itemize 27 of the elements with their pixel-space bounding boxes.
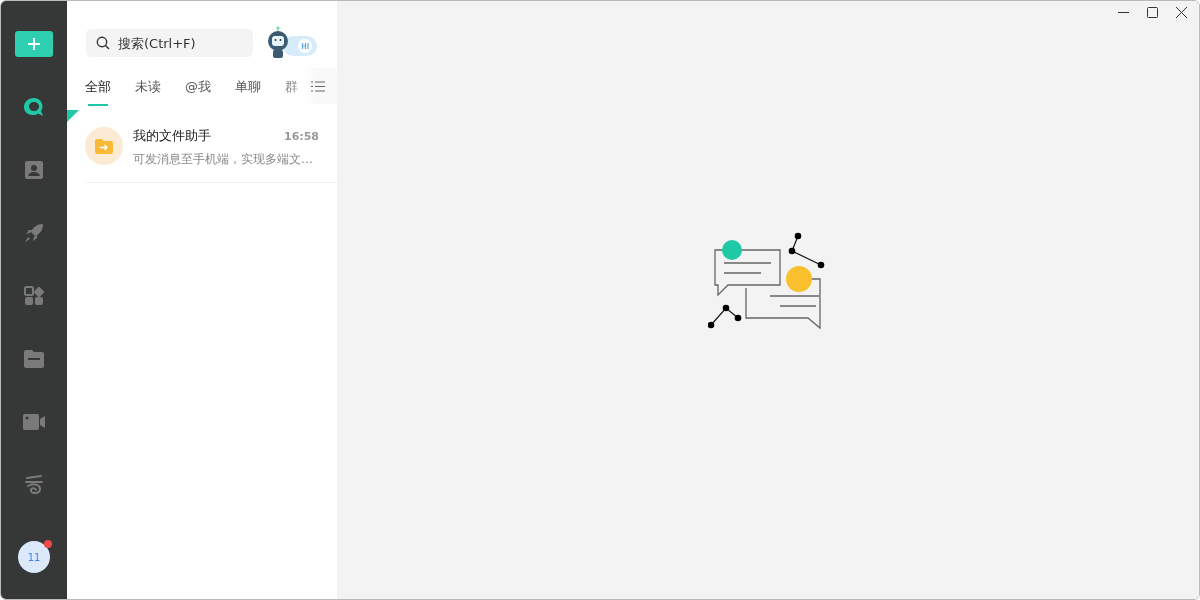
conversation-time: 16:58 (284, 129, 319, 143)
search-box[interactable]: 搜索(Ctrl+F) (86, 29, 253, 57)
swirl-logo-icon (23, 475, 45, 495)
close-button[interactable] (1174, 5, 1189, 20)
chat-logo-icon (23, 97, 45, 117)
filter-tab[interactable]: 单聊 (235, 78, 261, 106)
filter-tab[interactable]: 群 (285, 78, 298, 106)
folder-arrow-icon (95, 138, 113, 154)
list-icon (311, 80, 325, 92)
contact-card-icon (24, 160, 44, 180)
conversation-item[interactable]: 我的文件助手 16:58 可发消息至手机端，实现多端文… (85, 110, 337, 183)
filter-tab[interactable]: @我 (185, 78, 211, 106)
video-camera-icon (22, 413, 46, 431)
maximize-icon (1147, 7, 1158, 18)
conversation-name: 我的文件助手 (133, 127, 211, 145)
message-preview: 可发消息至手机端，实现多端文… (133, 151, 314, 168)
filter-tab[interactable]: 全部 (85, 78, 111, 106)
maximize-button[interactable] (1145, 5, 1160, 20)
close-icon (1176, 7, 1187, 18)
filter-tab[interactable]: 未读 (135, 78, 161, 106)
add-button[interactable] (15, 31, 53, 57)
search-icon (96, 36, 110, 50)
rocket-icon (23, 222, 45, 244)
plus-icon (27, 37, 41, 51)
apps-grid-icon (23, 285, 45, 307)
search-field[interactable]: 搜索(Ctrl+F) (116, 34, 240, 52)
folder-icon (23, 349, 45, 369)
